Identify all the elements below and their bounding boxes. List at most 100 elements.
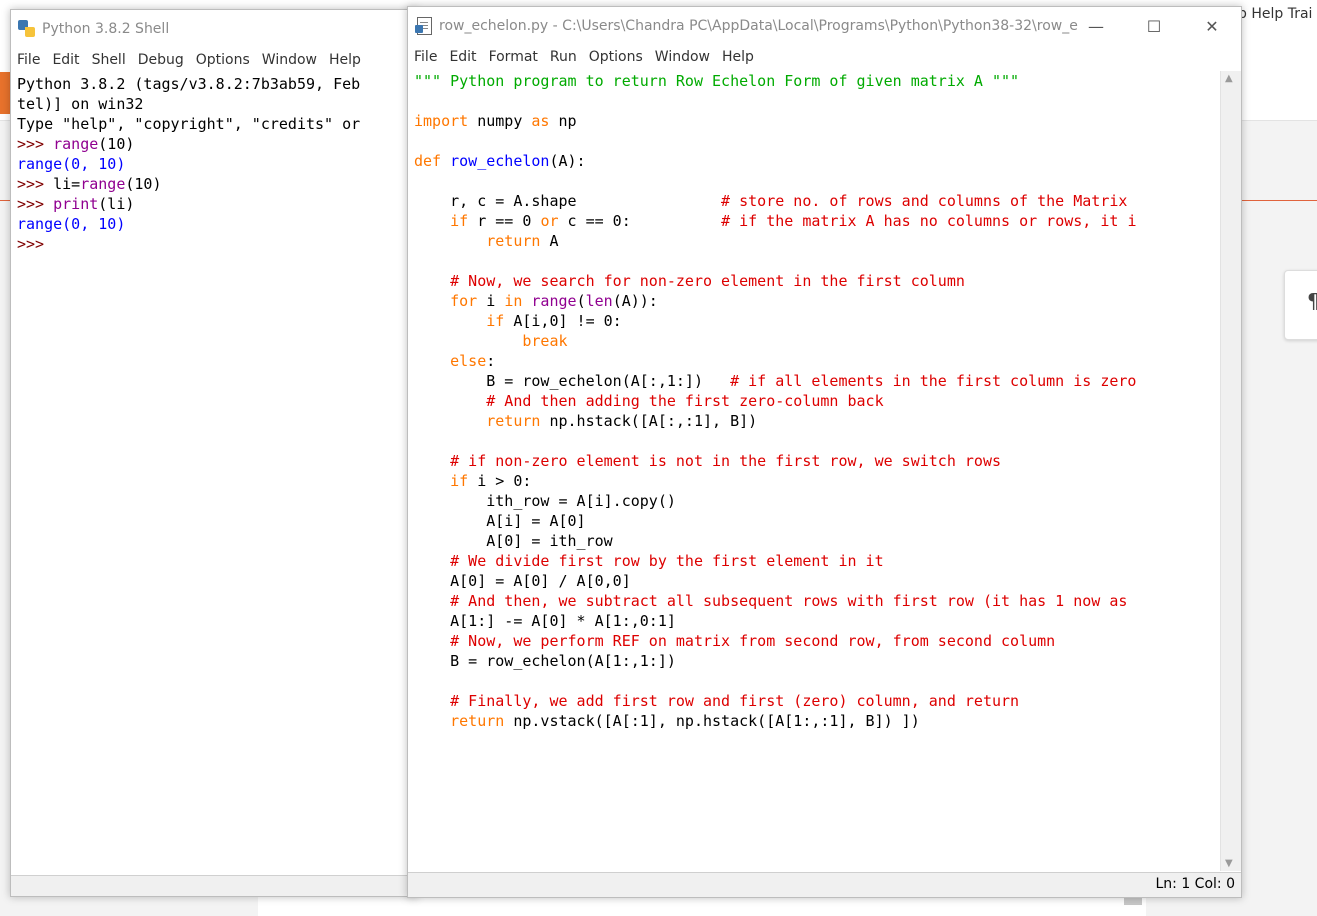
shell-menu-options[interactable]: Options — [190, 52, 256, 68]
code-line: B = row_echelon(A[:,1:]) # if all elemen… — [414, 371, 1220, 391]
code-token: # We divide first row by the first eleme… — [450, 552, 884, 570]
code-token: # store no. of rows and columns of the M… — [721, 192, 1128, 210]
code-token: ( — [576, 292, 586, 310]
code-line: # We divide first row by the first eleme… — [414, 551, 1220, 571]
window-controls: — ☐ ✕ — [1067, 7, 1241, 45]
code-line: # Now, we search for non-zero element in… — [414, 271, 1220, 291]
python-file-icon — [415, 17, 433, 35]
python-icon — [18, 20, 36, 38]
background-tab-help-training[interactable]: p Help Trai — [1238, 6, 1312, 22]
editor-menu-options[interactable]: Options — [583, 49, 649, 65]
code-token: (10) — [125, 175, 162, 193]
code-line: else: — [414, 351, 1220, 371]
code-token: return — [450, 712, 505, 730]
editor-menu-file[interactable]: File — [408, 49, 443, 65]
code-line: if A[i,0] != 0: — [414, 311, 1220, 331]
shell-menu-debug[interactable]: Debug — [132, 52, 190, 68]
code-line: # And then, we subtract all subsequent r… — [414, 591, 1220, 611]
code-token: >>> — [17, 175, 54, 193]
code-token: >>> — [17, 135, 54, 153]
minimize-icon[interactable]: — — [1067, 7, 1125, 45]
code-token: # And then, we subtract all subsequent r… — [450, 592, 1128, 610]
code-line: if i > 0: — [414, 471, 1220, 491]
shell-menu-help[interactable]: Help — [323, 52, 367, 68]
code-token: for — [450, 292, 478, 310]
code-line: return np.hstack([A[:,:1], B]) — [414, 411, 1220, 431]
editor-menu-edit[interactable]: Edit — [443, 49, 482, 65]
code-token: # Now, we perform REF on matrix from sec… — [450, 632, 1056, 650]
code-line: break — [414, 331, 1220, 351]
code-token: range — [53, 135, 99, 153]
code-token: return — [486, 232, 541, 250]
code-line: return np.vstack([A[:1], np.hstack([A[1:… — [414, 711, 1220, 731]
editor-title: row_echelon.py - C:\Users\Chandra PC\App… — [439, 18, 1079, 34]
code-line: A[1:] -= A[0] * A[1:,0:1] — [414, 611, 1220, 631]
code-line: A[0] = A[0] / A[0,0] — [414, 571, 1220, 591]
maximize-icon[interactable]: ☐ — [1125, 7, 1183, 45]
code-token: else — [450, 352, 487, 370]
background-document — [258, 895, 1146, 916]
code-token: range — [80, 175, 126, 193]
shell-output[interactable]: Python 3.8.2 (tags/v3.8.2:7b3ab59, Feb te… — [17, 74, 417, 874]
code-line: def row_echelon(A): — [414, 151, 1220, 171]
scroll-down-icon[interactable]: ▼ — [1225, 858, 1233, 869]
code-token: A[i] = A[0] — [414, 512, 586, 530]
close-icon[interactable]: ✕ — [1183, 7, 1241, 45]
code-token: (A)): — [612, 292, 658, 310]
code-token: range — [531, 292, 577, 310]
scroll-up-icon[interactable]: ▲ — [1225, 73, 1233, 84]
code-token: i — [477, 292, 505, 310]
code-editor[interactable]: """ Python program to return Row Echelon… — [414, 71, 1220, 871]
shell-menu-shell[interactable]: Shell — [86, 52, 132, 68]
code-token: c == 0: — [558, 212, 722, 230]
code-token: as — [531, 112, 550, 130]
code-line: range(0, 10) — [17, 214, 417, 234]
code-token: break — [522, 332, 568, 350]
editor-menu-window[interactable]: Window — [649, 49, 716, 65]
code-line: for i in range(len(A)): — [414, 291, 1220, 311]
shell-menu-window[interactable]: Window — [256, 52, 323, 68]
editor-scrollbar[interactable]: ▲ ▼ — [1220, 71, 1241, 871]
code-line: r, c = A.shape # store no. of rows and c… — [414, 191, 1220, 211]
code-token: len — [585, 292, 613, 310]
shell-menu-file[interactable]: File — [11, 52, 46, 68]
code-line: B = row_echelon(A[1:,1:]) — [414, 651, 1220, 671]
code-token: Type "help", "copyright", "credits" or — [17, 115, 361, 133]
code-line: >>> range(10) — [17, 134, 417, 154]
code-line: return A — [414, 231, 1220, 251]
code-line: >>> — [17, 234, 417, 254]
code-token: ith_row = A[i].copy() — [414, 492, 676, 510]
code-token: (li) — [98, 195, 135, 213]
code-token: A — [540, 232, 559, 250]
code-token: np.vstack([A[:1], np.hstack([A[1:,:1], B… — [504, 712, 920, 730]
code-line: import numpy as np — [414, 111, 1220, 131]
code-token: A[0] = ith_row — [414, 532, 613, 550]
code-line: if r == 0 or c == 0: # if the matrix A h… — [414, 211, 1220, 231]
shell-titlebar[interactable]: Python 3.8.2 Shell — [11, 10, 417, 48]
code-line: range(0, 10) — [17, 154, 417, 174]
code-token: A[1:] -= A[0] * A[1:,0:1] — [414, 612, 676, 630]
code-token: if — [450, 212, 469, 230]
code-token: B = row_echelon(A[1:,1:]) — [414, 652, 676, 670]
editor-menu-format[interactable]: Format — [483, 49, 544, 65]
editor-menu-help[interactable]: Help — [716, 49, 760, 65]
editor-menu-run[interactable]: Run — [544, 49, 583, 65]
code-line: Python 3.8.2 (tags/v3.8.2:7b3ab59, Feb — [17, 74, 417, 94]
shell-menubar: File Edit Shell Debug Options Window Hel… — [11, 48, 417, 72]
pilcrow-icon[interactable]: ¶ — [1284, 270, 1317, 340]
shell-menu-edit[interactable]: Edit — [46, 52, 85, 68]
code-token: r == 0 — [468, 212, 541, 230]
code-token: tel)] on win32 — [17, 95, 144, 113]
code-token: # if non-zero element is not in the firs… — [450, 452, 1002, 470]
code-token: (10) — [98, 135, 135, 153]
